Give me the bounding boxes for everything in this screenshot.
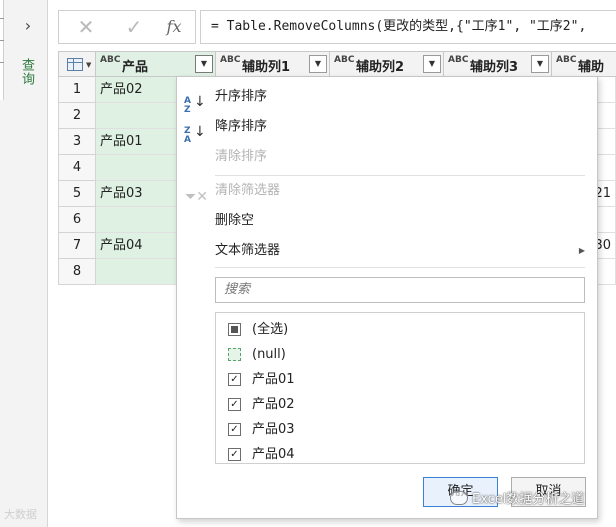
menu-item-label: 降序排序 <box>215 119 268 134</box>
menu-item-label: 文本筛选器 <box>215 243 281 258</box>
filter-dropdown-button[interactable]: ▼ <box>195 55 213 73</box>
row-number[interactable]: 7 <box>58 233 96 259</box>
watermark-left: 大数据 <box>4 508 37 521</box>
filter-value-label: 产品01 <box>252 372 295 387</box>
caret-down-icon: ▼ <box>86 61 92 69</box>
table-menu-button[interactable]: ▼ <box>58 51 96 77</box>
watermark-right-text: Excel数据分析之道 <box>472 492 585 507</box>
edge-tick <box>0 18 4 19</box>
clear-filter-item: ⏷✕ 清除筛选器 <box>177 177 597 205</box>
row-number[interactable]: 1 <box>58 77 96 103</box>
table-icon <box>67 58 83 71</box>
sort-descending-item[interactable]: Z A ↓ 降序排序 <box>177 113 597 145</box>
sort-ascending-icon: A Z ↓ <box>184 94 206 115</box>
sort-ascending-item[interactable]: A Z ↓ 升序排序 <box>177 83 597 115</box>
filter-value-item[interactable]: ✓ 产品03 <box>228 419 568 441</box>
filter-dropdown-button[interactable]: ▼ <box>531 55 549 73</box>
insert-function-icon[interactable]: fx <box>159 11 189 43</box>
clear-sort-item: 清除排序 <box>177 143 597 171</box>
remove-empty-item[interactable]: 删除空 <box>177 207 597 235</box>
column-filter-menu: A Z ↓ 升序排序 Z A ↓ 降序排序 清除排序 ⏷✕ 清除筛选器 删除空 文本筛选… <box>176 76 598 519</box>
column-header-helper2[interactable]: ABC 辅助列2 ▼ <box>330 51 444 77</box>
row-number[interactable]: 6 <box>58 207 96 233</box>
checkbox[interactable] <box>228 348 241 361</box>
menu-item-label: 清除排序 <box>215 149 268 164</box>
checkbox[interactable]: ✓ <box>228 423 241 436</box>
column-header-label: 辅助列1 <box>242 60 291 75</box>
filter-value-label: 产品04 <box>252 447 295 462</box>
menu-item-label: 升序排序 <box>215 89 268 104</box>
expand-pane-chevron-icon[interactable]: › <box>18 16 38 36</box>
menu-divider <box>215 175 585 176</box>
row-number[interactable]: 4 <box>58 155 96 181</box>
column-header-helper3[interactable]: ABC 辅助列3 ▼ <box>444 51 552 77</box>
queries-pane: › 查询 <box>0 0 48 527</box>
column-header-helper1[interactable]: ABC 辅助列1 ▼ <box>216 51 330 77</box>
edge-tick <box>0 40 4 41</box>
wechat-logo-icon <box>450 491 468 505</box>
text-type-icon[interactable]: ABC <box>448 56 468 65</box>
watermark-right: Excel数据分析之道 <box>450 488 584 507</box>
filter-value-label: 产品03 <box>252 422 295 437</box>
menu-divider <box>215 267 585 268</box>
menu-item-label: 删除空 <box>215 213 255 228</box>
checkbox[interactable]: ✓ <box>228 398 241 411</box>
filter-search-input[interactable]: 搜索 <box>215 277 585 303</box>
row-number[interactable]: 5 <box>58 181 96 207</box>
filter-value-item[interactable]: (全选) <box>228 319 568 341</box>
enter-formula-icon[interactable]: ✓ <box>119 11 149 43</box>
filter-dropdown-button[interactable]: ▼ <box>309 55 327 73</box>
pane-edge <box>0 0 4 100</box>
text-type-icon[interactable]: ABC <box>556 56 576 65</box>
column-header-product[interactable]: ABC 产品 ▼ <box>96 51 216 77</box>
text-type-icon[interactable]: ABC <box>220 56 240 65</box>
text-type-icon[interactable]: ABC <box>100 56 120 65</box>
edge-tick <box>0 62 4 63</box>
row-number[interactable]: 8 <box>58 259 96 285</box>
checkbox[interactable]: ✓ <box>228 373 241 386</box>
submenu-arrow-icon: ▶ <box>578 246 585 255</box>
checkbox[interactable] <box>228 323 241 336</box>
filter-value-label: (null) <box>252 347 286 362</box>
text-type-icon[interactable]: ABC <box>334 56 354 65</box>
formula-bar-buttons: ✕ ✓ fx <box>58 10 196 44</box>
filter-value-label: (全选) <box>252 322 289 337</box>
column-header-label: 辅助列3 <box>470 60 519 75</box>
row-number[interactable]: 2 <box>58 103 96 129</box>
column-header-helper4[interactable]: ABC 辅助列 <box>552 51 616 94</box>
filter-value-item[interactable]: ✓ 产品01 <box>228 369 568 391</box>
sort-descending-icon: Z A ↓ <box>184 124 206 145</box>
menu-item-label: 清除筛选器 <box>215 183 281 198</box>
filter-value-label: 产品02 <box>252 397 295 412</box>
row-number[interactable]: 3 <box>58 129 96 155</box>
text-filters-item[interactable]: 文本筛选器 ▶ <box>177 237 597 265</box>
filter-value-item[interactable]: (null) <box>228 344 568 366</box>
checkbox[interactable]: ✓ <box>228 448 241 461</box>
filter-values-list: (全选) (null) ✓ 产品01 ✓ 产品02 ✓ 产品03 ✓ 产品04 <box>215 312 585 464</box>
formula-input[interactable]: = Table.RemoveColumns(更改的类型,{"工序1", "工序2… <box>200 10 616 44</box>
queries-pane-label[interactable]: 查询 <box>16 58 36 86</box>
filter-value-item[interactable]: ✓ 产品02 <box>228 394 568 416</box>
filter-value-item[interactable]: ✓ 产品04 <box>228 444 568 466</box>
formula-bar: ✕ ✓ fx = Table.RemoveColumns(更改的类型,{"工序1… <box>58 10 616 44</box>
filter-dropdown-button[interactable]: ▼ <box>423 55 441 73</box>
cancel-formula-icon[interactable]: ✕ <box>71 11 101 43</box>
column-header-label: 辅助列2 <box>356 60 405 75</box>
column-header-label: 产品 <box>122 60 149 75</box>
